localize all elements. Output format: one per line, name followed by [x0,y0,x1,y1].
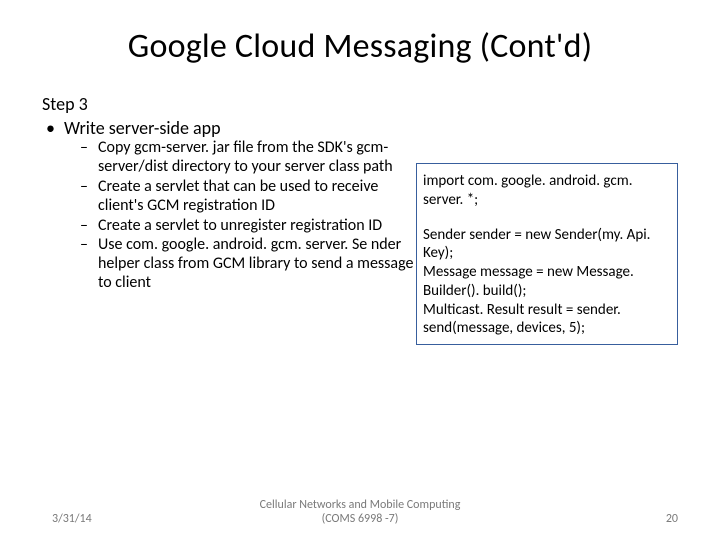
step-label: Step 3 [42,93,678,115]
page-title: Google Cloud Messaging (Cont'd) [42,26,678,67]
bullet-list-level-1: Write server-side app Copy gcm-server. j… [42,117,678,345]
list-item: Use com. google. android. gcm. server. S… [64,236,414,293]
footer-date: 3/31/14 [52,512,92,526]
code-snippet-box: import com. google. android. gcm. server… [416,163,678,345]
bullet-list-level-2: Copy gcm-server. jar file from the SDK's… [64,139,414,293]
footer-center-line2: (COMS 6998 -7) [0,512,720,526]
list-item: Create a servlet to unregister registrat… [64,217,414,236]
bullet-text: Write server-side app [64,117,221,139]
footer-center: Cellular Networks and Mobile Computing (… [0,498,720,526]
list-item: Create a servlet that can be used to rec… [64,178,414,216]
footer-page-number: 20 [666,512,678,526]
footer-center-line1: Cellular Networks and Mobile Computing [260,498,461,512]
code-line: Message message = new Message. Builder()… [423,263,671,301]
list-item: Write server-side app Copy gcm-server. j… [42,117,678,345]
code-line: Multicast. Result result = sender. send(… [423,301,671,339]
code-line: import com. google. android. gcm. server… [423,172,671,210]
code-line: Sender sender = new Sender(my. Api. Key)… [423,226,671,264]
slide-footer: 3/31/14 Cellular Networks and Mobile Com… [0,512,720,526]
list-item: Copy gcm-server. jar file from the SDK's… [64,139,414,177]
slide: Google Cloud Messaging (Cont'd) Step 3 W… [0,0,720,540]
